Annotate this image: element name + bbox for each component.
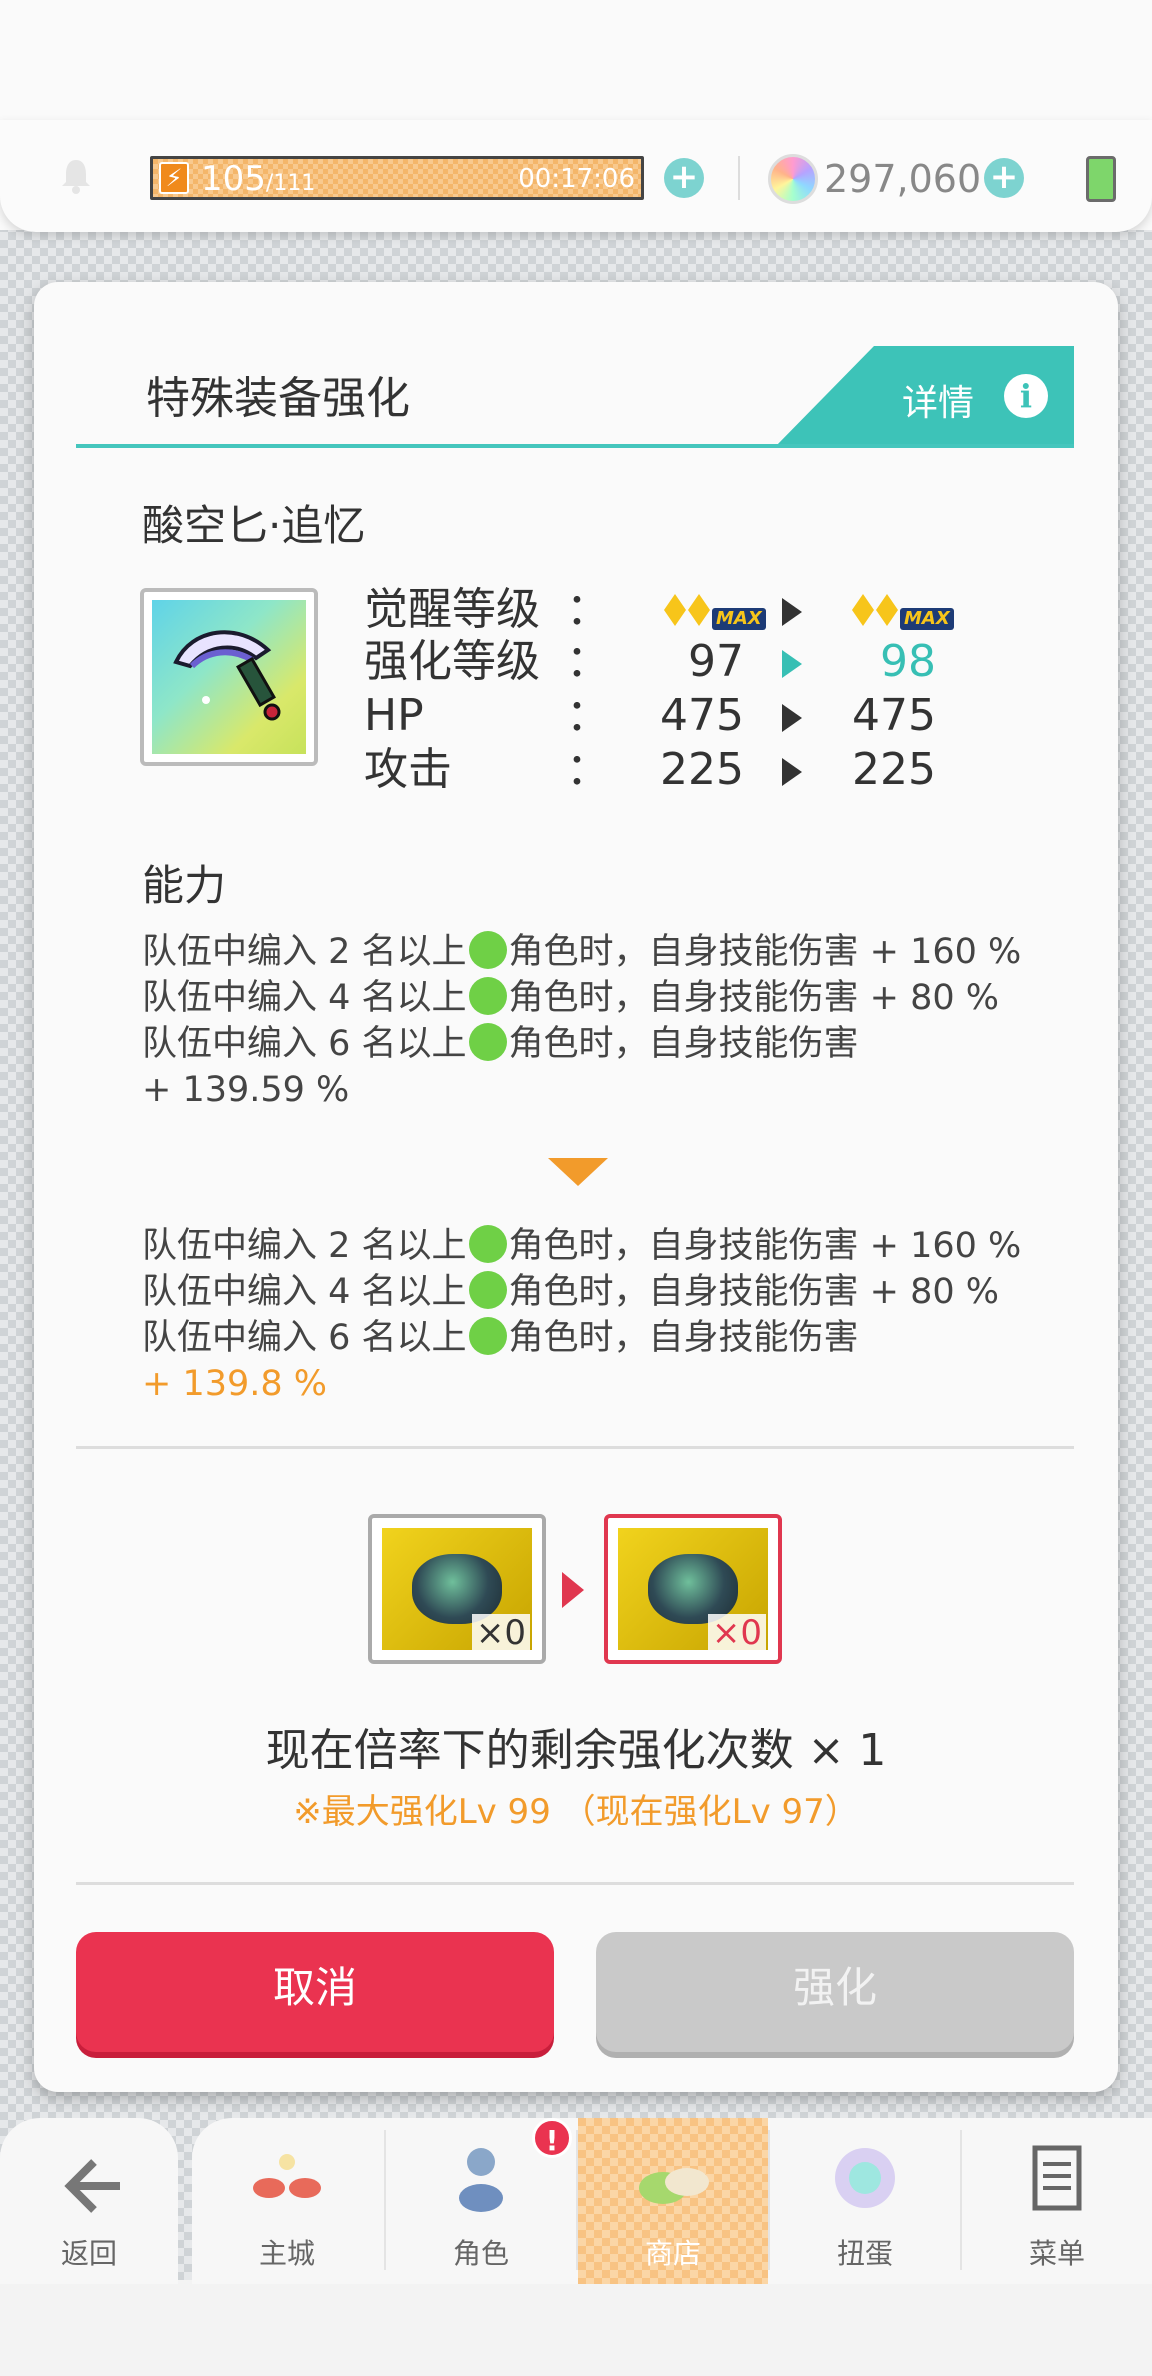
- enhance-dialog: 特殊装备强化 详情 i 酸空匕·追忆 觉醒等级 ： MAX MAX 强化等级 ：…: [34, 282, 1118, 2092]
- nav-label: 菜单: [1028, 2237, 1085, 2270]
- leaf-element-icon: [468, 931, 507, 969]
- stat-before: 475: [660, 690, 744, 741]
- battery-icon: [1086, 156, 1116, 202]
- stat-before: 225: [660, 744, 744, 795]
- title-underline: [76, 444, 1074, 448]
- dialog-title: 特殊装备强化: [146, 373, 410, 424]
- menu-icon: [1032, 2145, 1082, 2211]
- stat-after: 475: [852, 690, 936, 741]
- nav-label: 角色: [452, 2237, 509, 2270]
- character-icon: [459, 2148, 503, 2212]
- stamina-bar: ⚡ 105/111 00:17:06: [150, 156, 644, 200]
- arrow-icon: [782, 650, 802, 678]
- bell-icon[interactable]: [56, 156, 96, 196]
- stat-row-attack: 攻击 ： 225 225: [364, 744, 936, 795]
- character-alert-badge: !: [532, 2118, 572, 2158]
- stat-after: 225: [852, 744, 936, 795]
- stamina-value: 105/111: [201, 159, 316, 199]
- leaf-element-icon: [468, 1023, 507, 1061]
- remaining-count-text: 现在倍率下的剩余强化次数 × 1: [265, 1725, 887, 1776]
- section-divider: [76, 1882, 1074, 1885]
- leaf-element-icon: [468, 1225, 507, 1263]
- ability-before-line: 队伍中编入 4 名以上 角色时，自身技能伤害 + 80 %: [142, 977, 1000, 1018]
- awakening-before-icon: MAX: [664, 594, 766, 634]
- shop-icon: [639, 2168, 709, 2204]
- arrow-icon: [782, 758, 802, 786]
- nav-item-shop[interactable]: 商店: [578, 2118, 768, 2284]
- item-name: 酸空匕·追忆: [142, 501, 366, 550]
- material-current[interactable]: ×0: [368, 1514, 546, 1664]
- stat-row-awakening: 觉醒等级 ： MAX MAX: [364, 584, 984, 636]
- stamina-bolt-icon: ⚡: [159, 162, 189, 194]
- nav-label: 商店: [644, 2237, 701, 2270]
- gacha-icon: [835, 2148, 895, 2208]
- stat-before: 97: [688, 636, 744, 687]
- nav-label: 主城: [258, 2237, 315, 2270]
- ability-after-line: 队伍中编入 4 名以上 角色时，自身技能伤害 + 80 %: [142, 1271, 1000, 1312]
- bottom-nav: 返回 主城 角色 商店 扭蛋 菜单: [0, 2118, 1152, 2284]
- material-count: ×0: [707, 1614, 766, 1652]
- stat-label: 觉醒等级: [364, 584, 540, 635]
- material-count: ×0: [471, 1614, 530, 1652]
- down-arrow-icon: [548, 1158, 608, 1186]
- add-gems-plus-icon[interactable]: +: [984, 158, 1024, 198]
- status-bar: ⚡ 105/111 00:17:06 + 297,060 +: [0, 120, 1152, 232]
- detail-label: 详情: [902, 383, 975, 424]
- awakening-after-icon: MAX: [852, 594, 954, 634]
- nav-main: 主城 角色 商店 扭蛋 菜单: [192, 2118, 1152, 2284]
- arrow-icon: [782, 598, 802, 626]
- ability-title: 能力: [142, 861, 227, 910]
- leaf-element-icon: [468, 1317, 507, 1355]
- cancel-button[interactable]: 取消: [76, 1932, 554, 2052]
- max-level-note: ※最大强化Lv 99 （现在强化Lv 97）: [293, 1792, 859, 1832]
- dagger-icon: [173, 630, 281, 721]
- nav-item-menu[interactable]: 菜单: [962, 2118, 1152, 2284]
- section-divider: [76, 1446, 1074, 1449]
- nav-item-gacha[interactable]: 扭蛋: [770, 2118, 960, 2284]
- arrow-icon: [782, 704, 802, 732]
- detail-button[interactable]: 详情 i: [774, 346, 1074, 448]
- ability-after-line: 队伍中编入 6 名以上 角色时，自身技能伤害: [142, 1317, 859, 1358]
- gem-count: 297,060: [824, 157, 982, 201]
- bottom-area: [0, 2280, 1152, 2376]
- ability-before-line: 队伍中编入 6 名以上 角色时，自身技能伤害: [142, 1023, 859, 1064]
- ability-before-line: 队伍中编入 2 名以上 角色时，自身技能伤害 + 160 %: [142, 931, 1022, 972]
- nav-item-town[interactable]: 主城: [192, 2118, 382, 2284]
- material-required[interactable]: ×0: [604, 1514, 782, 1664]
- ability-after-line: 队伍中编入 2 名以上 角色时，自身技能伤害 + 160 %: [142, 1225, 1022, 1266]
- ability-before-value: + 139.59 %: [142, 1070, 350, 1110]
- leaf-element-icon: [468, 977, 507, 1015]
- ability-after-value: + 139.8 %: [142, 1364, 328, 1404]
- stat-row-hp: HP ： 475 475: [364, 690, 936, 741]
- info-icon: i: [1004, 374, 1048, 418]
- gem-icon: [768, 154, 818, 204]
- nav-back-label: 返回: [60, 2237, 117, 2270]
- leaf-element-icon: [468, 1271, 507, 1309]
- nav-back-button[interactable]: 返回: [0, 2118, 178, 2284]
- item-icon[interactable]: [140, 588, 318, 766]
- add-stamina-plus-icon[interactable]: +: [664, 158, 704, 198]
- enhance-button[interactable]: 强化: [596, 1932, 1074, 2052]
- stat-after: 98: [880, 636, 936, 687]
- arrow-icon: [562, 1572, 584, 1608]
- town-icon: [253, 2154, 321, 2198]
- nav-label: 扭蛋: [836, 2237, 893, 2270]
- stat-row-enhance-level: 强化等级 ： 97 98: [364, 636, 936, 687]
- stamina-timer: 00:17:06: [518, 164, 635, 194]
- status-divider: [738, 156, 740, 200]
